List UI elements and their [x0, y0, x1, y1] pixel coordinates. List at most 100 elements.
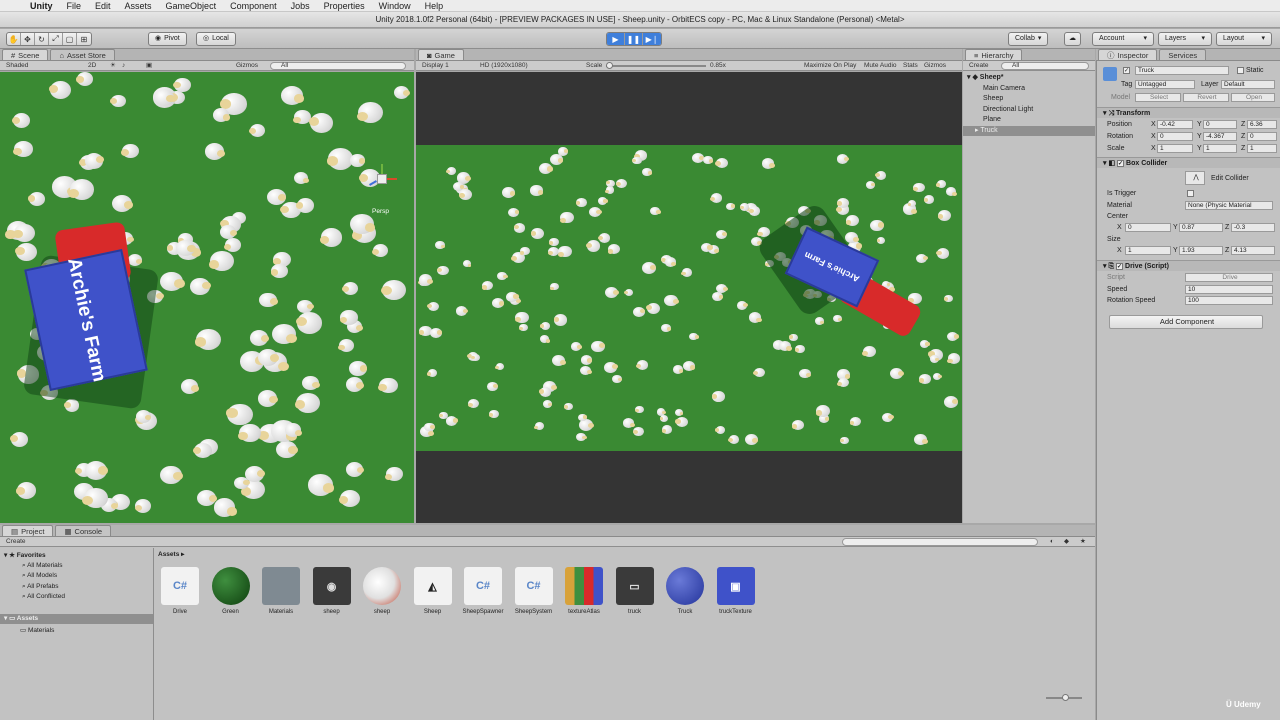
hierarchy-item[interactable]: Directional Light [963, 105, 1095, 115]
asset-item[interactable]: Green [209, 567, 253, 615]
hand-tool-icon[interactable]: ✋ [7, 33, 21, 45]
menu-component[interactable]: Component [230, 1, 277, 11]
model-revert-button[interactable]: Revert [1183, 93, 1229, 102]
asset-item[interactable]: Materials [259, 567, 303, 615]
box-collider-header[interactable]: ▾ ◧ ✓ Box Collider [1097, 157, 1280, 168]
asset-item[interactable]: ◭ Sheep [411, 567, 455, 615]
rotation-z-field[interactable]: 0 [1247, 132, 1277, 141]
model-open-button[interactable]: Open [1231, 93, 1275, 102]
collab-button[interactable]: Collab ▾ [1008, 32, 1049, 46]
menu-properties[interactable]: Properties [324, 1, 365, 11]
pivot-toggle[interactable]: ◉ Pivot [148, 32, 187, 46]
favorite-item[interactable]: ⌕ All Models [22, 572, 57, 580]
effects-toggle-icon[interactable]: ▣ [146, 61, 152, 71]
menu-file[interactable]: File [67, 1, 82, 11]
tab-game[interactable]: ◙ Game [418, 49, 464, 60]
asset-item[interactable]: ▭ truck [613, 567, 657, 615]
tab-hierarchy[interactable]: ≡ Hierarchy [965, 49, 1023, 60]
assets-node-selected[interactable]: ▾ ▭ Assets [0, 614, 153, 624]
menu-app-name[interactable]: Unity [30, 1, 53, 11]
game-gizmos-dropdown[interactable]: Gizmos [924, 61, 946, 71]
position-x-field[interactable]: -0.42 [1157, 120, 1193, 129]
asset-item[interactable]: sheep [360, 567, 404, 615]
favorite-item[interactable]: ⌕ All Prefabs [22, 583, 59, 591]
rotation-speed-field[interactable]: 100 [1185, 296, 1273, 305]
size-z-field[interactable]: 4.13 [1231, 246, 1275, 255]
model-select-button[interactable]: Select [1135, 93, 1181, 102]
project-create-dropdown[interactable]: Create [6, 537, 26, 547]
breadcrumb[interactable]: Assets ▸ [158, 550, 184, 558]
is-trigger-checkbox[interactable] [1187, 190, 1196, 197]
scene-gizmo-icon[interactable] [367, 164, 397, 194]
material-field[interactable]: None (Physic Material [1185, 201, 1273, 210]
star-icon[interactable]: ★ [1080, 537, 1086, 547]
hierarchy-item-selected[interactable]: ▸ Truck [963, 126, 1095, 136]
menu-gameobject[interactable]: GameObject [166, 1, 217, 11]
menu-edit[interactable]: Edit [95, 1, 111, 11]
asset-item[interactable]: C# SheepSystem [512, 567, 556, 615]
scale-tool-icon[interactable]: ⤢ [49, 33, 63, 45]
pause-icon[interactable]: ❚❚ [625, 33, 643, 45]
layer-dropdown[interactable]: Default [1221, 80, 1275, 89]
tab-console[interactable]: ▦ Console [55, 525, 112, 536]
mute-audio-toggle[interactable]: Mute Audio [864, 61, 897, 71]
rect-tool-icon[interactable]: ▢ [63, 33, 77, 45]
scene-search-input[interactable]: All [270, 62, 406, 70]
center-y-field[interactable]: 0.87 [1179, 223, 1223, 232]
active-checkbox[interactable]: ✓ [1123, 67, 1132, 74]
materials-node[interactable]: ▭ Materials [20, 626, 54, 634]
rotation-x-field[interactable]: 0 [1157, 132, 1193, 141]
transform-tool-icon[interactable]: ⊞ [77, 33, 91, 45]
scale-x-field[interactable]: 1 [1157, 144, 1193, 153]
scale-z-field[interactable]: 1 [1247, 144, 1277, 153]
hierarchy-item[interactable]: Main Camera [963, 84, 1095, 94]
position-y-field[interactable]: 0 [1203, 120, 1237, 129]
layout-dropdown[interactable]: Layout ▾ [1216, 32, 1272, 46]
tab-scene[interactable]: # Scene [2, 49, 49, 60]
hierarchy-scene[interactable]: ▾ ◆ Sheep* [963, 73, 1095, 83]
menu-jobs[interactable]: Jobs [291, 1, 310, 11]
position-z-field[interactable]: 6.36 [1247, 120, 1277, 129]
cloud-button[interactable]: ☁ [1064, 32, 1081, 46]
filter-label-icon[interactable]: ◆ [1064, 537, 1069, 547]
move-tool-icon[interactable]: ✥ [21, 33, 35, 45]
hierarchy-create-dropdown[interactable]: Create [969, 61, 989, 71]
object-name-field[interactable]: Truck [1135, 66, 1229, 75]
speed-field[interactable]: 10 [1185, 285, 1273, 294]
size-y-field[interactable]: 1.93 [1179, 246, 1223, 255]
asset-item[interactable]: textureAtlas [562, 567, 606, 615]
scale-slider-handle[interactable] [606, 62, 613, 69]
center-x-field[interactable]: 0 [1125, 223, 1171, 232]
light-toggle-icon[interactable]: ☀ [110, 61, 116, 71]
edit-collider-icon[interactable]: ⋀ [1185, 171, 1205, 185]
tag-dropdown[interactable]: Untagged [1135, 80, 1195, 89]
shading-dropdown[interactable]: Shaded [6, 61, 28, 71]
icon-size-slider-handle[interactable] [1062, 694, 1069, 701]
menu-help[interactable]: Help [425, 1, 444, 11]
menu-assets[interactable]: Assets [125, 1, 152, 11]
step-icon[interactable]: ▶❘ [643, 33, 661, 45]
resolution-dropdown[interactable]: HD (1920x1080) [480, 61, 528, 71]
scene-gizmos-dropdown[interactable]: Gizmos [236, 61, 258, 71]
tab-inspector[interactable]: ⓘ Inspector [1098, 49, 1158, 60]
2d-toggle[interactable]: 2D [88, 61, 96, 71]
scale-y-field[interactable]: 1 [1203, 144, 1237, 153]
favorite-item[interactable]: ⌕ All Materials [22, 562, 63, 570]
favorites-node[interactable]: ▾ ★ Favorites [4, 551, 46, 559]
favorite-item[interactable]: ⌕ All Conflicted [22, 593, 65, 601]
display-dropdown[interactable]: Display 1 [422, 61, 449, 71]
stats-toggle[interactable]: Stats [903, 61, 918, 71]
audio-toggle-icon[interactable]: ♪ [122, 61, 125, 71]
hierarchy-search-input[interactable]: All [1001, 62, 1089, 70]
drive-script-header[interactable]: ▾ ⎘ ✓ Drive (Script) [1097, 260, 1280, 271]
menu-window[interactable]: Window [379, 1, 411, 11]
filter-type-icon[interactable]: ◐ [1050, 537, 1054, 547]
static-toggle[interactable]: Static [1237, 67, 1264, 74]
game-view[interactable]: Archie's Farm [416, 145, 962, 451]
add-component-button[interactable]: Add Component [1109, 315, 1263, 329]
scale-slider[interactable] [606, 65, 706, 67]
tab-asset-store[interactable]: ⌂ Asset Store [50, 49, 115, 60]
asset-item[interactable]: C# SheepSpawner [461, 567, 505, 615]
tab-services[interactable]: Services [1159, 49, 1207, 60]
project-search-input[interactable] [842, 538, 1038, 546]
